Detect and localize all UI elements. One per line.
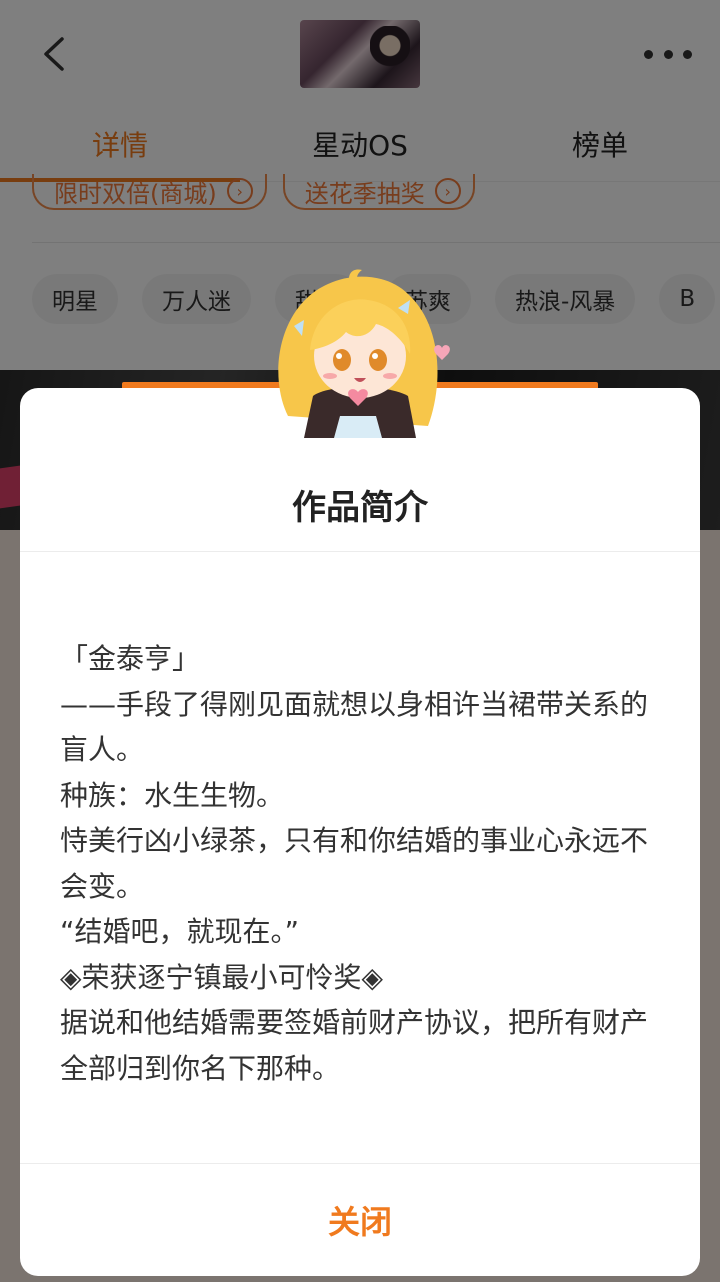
mascot-illustration (278, 269, 450, 438)
divider (20, 551, 700, 552)
close-button[interactable]: 关闭 (20, 1164, 700, 1276)
dialog-title: 作品简介 (292, 488, 428, 528)
dialog-body-text: 「金泰亨」 ——手段了得刚见面就想以身相许当裙带关系的盲人。 种族：水生生物。 … (60, 642, 649, 1085)
intro-dialog: 作品简介 「金泰亨」 ——手段了得刚见面就想以身相许当裙带关系的盲人。 种族：水… (20, 388, 700, 1276)
